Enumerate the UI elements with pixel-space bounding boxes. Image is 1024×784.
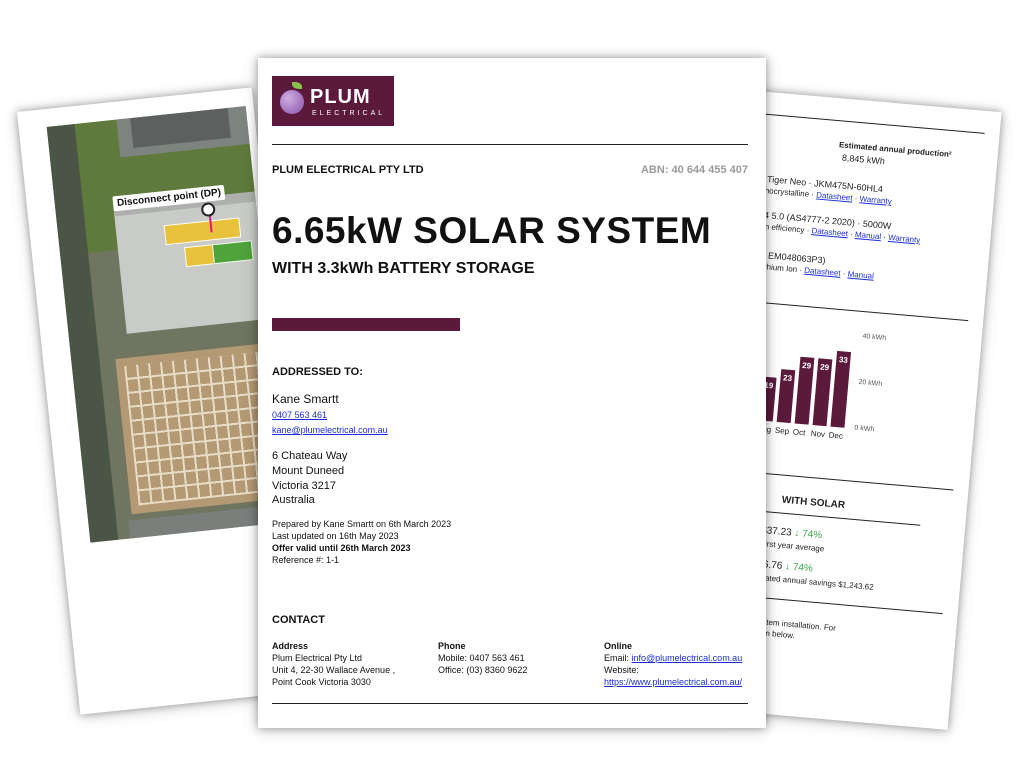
y-axis-tick-label: 0 kWh (854, 424, 875, 434)
customer-phone-link[interactable]: 0407 563 461 (272, 410, 327, 420)
customer-name: Kane Smartt (272, 392, 339, 406)
address-line: Mount Duneed (272, 465, 345, 477)
panel-warranty-link[interactable]: Warranty (859, 194, 892, 206)
inverter-datasheet-link[interactable]: Datasheet (811, 226, 848, 238)
month-tick-label: Oct (792, 427, 806, 438)
aerial-map: Disconnect point (DP) (46, 106, 290, 543)
contact-phone: Phone Mobile: 0407 563 461 Office: (03) … (438, 641, 528, 675)
inverter-manual-link[interactable]: Manual (855, 230, 882, 241)
first-year-label: First year average (759, 538, 825, 554)
proposal-title: 6.65kW SOLAR SYSTEM (272, 210, 712, 251)
battery-datasheet-link[interactable]: Datasheet (804, 266, 841, 278)
customer-email-link[interactable]: kane@plumelectrical.com.au (272, 425, 388, 435)
panel-datasheet-link[interactable]: Datasheet (816, 190, 853, 202)
contact-online: Online Email: info@plumelectrical.com.au… (604, 641, 743, 687)
contact-heading: CONTACT (272, 614, 325, 626)
month-tick-label: Sep (774, 425, 790, 436)
company-website-link[interactable]: https://www.plumelectrical.com.au/ (604, 677, 742, 687)
address-line: Australia (272, 494, 315, 506)
reference-number: Reference #: 1-1 (272, 555, 340, 565)
with-solar-heading: WITH SOLAR (781, 494, 846, 512)
proposal-cover-page: PLUM ELECTRICAL PLUM ELECTRICAL PTY LTD … (258, 58, 766, 728)
inverter-warranty-link[interactable]: Warranty (888, 233, 921, 245)
address-line: 6 Chateau Way (272, 450, 348, 462)
plum-icon (280, 90, 304, 114)
solar-panel-array (211, 240, 254, 265)
prepared-by: Prepared by Kane Smartt on 6th March 202… (272, 519, 452, 529)
bar-value-label: 23 (782, 373, 793, 384)
company-name: PLUM ELECTRICAL PTY LTD (272, 164, 424, 176)
solar-panel-array (184, 244, 216, 268)
company-email-link[interactable]: info@plumelectrical.com.au (632, 653, 743, 663)
offer-valid: Offer valid until 26th March 2023 (272, 543, 411, 553)
plum-electrical-logo: PLUM ELECTRICAL (272, 76, 394, 126)
proposal-subtitle: WITH 3.3kWh BATTERY STORAGE (272, 260, 535, 277)
last-updated: Last updated on 16th May 2023 (272, 531, 399, 541)
bar-value-label: 33 (838, 355, 849, 365)
month-tick-label: Nov (810, 428, 826, 440)
bar-value-label: 29 (819, 362, 830, 373)
month-tick-label: Dec (828, 430, 844, 441)
y-axis-tick-label: 40 kWh (862, 333, 887, 343)
battery-manual-link[interactable]: Manual (847, 270, 874, 281)
leaf-icon (292, 82, 302, 89)
accent-bar (272, 318, 460, 331)
addressed-to-heading: ADDRESSED TO: (272, 366, 363, 378)
bar-value-label: 29 (801, 360, 812, 371)
estimated-production-value: 8,845 kWh (841, 152, 886, 167)
address-line: Victoria 3217 (272, 480, 337, 492)
contact-address: Address Plum Electrical Pty Ltd Unit 4, … (272, 641, 396, 687)
abn: ABN: 40 644 455 407 (640, 164, 748, 176)
y-axis-tick-label: 20 kWh (858, 378, 883, 388)
